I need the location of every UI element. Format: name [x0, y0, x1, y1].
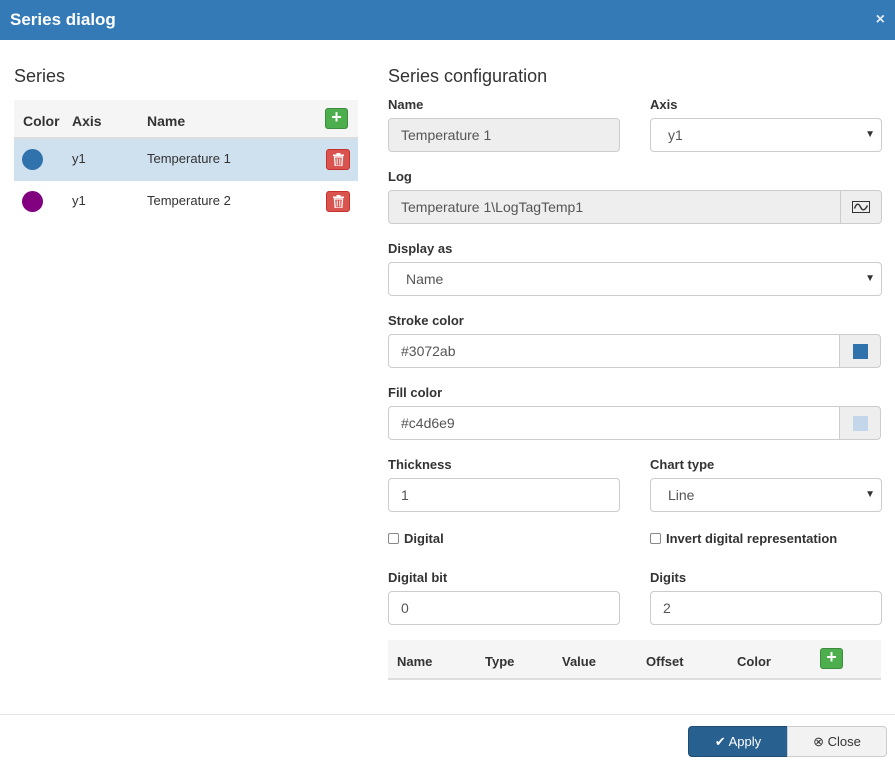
column-header-name: Name [147, 113, 186, 129]
stroke-color-swatch [853, 344, 868, 359]
chart-type-select-value: Line [668, 487, 695, 503]
caret-down-icon: ▼ [865, 489, 875, 500]
digits-label: Digits [650, 570, 687, 585]
delete-series-button[interactable] [326, 191, 350, 212]
circle-x-icon: ⊗ [813, 734, 825, 749]
dialog-title: Series dialog [10, 10, 116, 29]
column-header-color: Color [737, 654, 771, 669]
apply-button[interactable]: ✔ Apply [688, 726, 788, 757]
stroke-color-picker-button[interactable] [839, 334, 881, 368]
column-header-value: Value [562, 654, 596, 669]
digits-input[interactable]: 2 [650, 591, 882, 625]
column-header-color: Color [23, 113, 60, 129]
name-field[interactable]: Temperature 1 [388, 118, 620, 152]
display-as-label: Display as [388, 241, 453, 256]
chart-type-select[interactable]: Line ▼ [650, 478, 882, 512]
check-icon: ✔ [714, 734, 726, 749]
close-button[interactable]: ⊗ Close [787, 726, 887, 757]
series-axis: y1 [72, 193, 86, 208]
series-name: Temperature 2 [147, 193, 231, 208]
chart-type-label: Chart type [650, 457, 715, 472]
caret-down-icon: ▼ [865, 273, 875, 284]
series-axis: y1 [72, 151, 86, 166]
dialog-header: Series dialog × [0, 0, 895, 40]
thickness-label: Thickness [388, 457, 452, 472]
digital-bit-label: Digital bit [388, 570, 448, 585]
select-log-button[interactable] [840, 190, 882, 224]
add-range-button[interactable]: + [820, 648, 843, 669]
column-header-name: Name [397, 654, 433, 669]
series-table-header: Color Axis Name + [14, 100, 358, 139]
fill-color-label: Fill color [388, 385, 443, 400]
stroke-color-label: Stroke color [388, 313, 464, 328]
digital-bit-input[interactable]: 0 [388, 591, 620, 625]
stroke-color-input[interactable]: #3072ab [388, 334, 840, 368]
trash-icon [333, 153, 344, 166]
apply-button-label: Apply [728, 734, 762, 749]
series-panel-title: Series [14, 66, 66, 86]
column-header-type: Type [485, 654, 515, 669]
add-series-button[interactable]: + [325, 108, 348, 129]
invert-digital-checkbox[interactable] [650, 533, 661, 544]
fill-color-input[interactable]: #c4d6e9 [388, 406, 840, 440]
series-table: Color Axis Name + y1 Temperature 1 y1 Te… [14, 100, 358, 223]
name-label: Name [388, 97, 424, 112]
series-row[interactable]: y1 Temperature 1 [14, 139, 358, 181]
invert-digital-checkbox-row[interactable]: Invert digital representation [650, 531, 837, 546]
axis-select[interactable]: y1 ▼ [650, 118, 882, 152]
trend-icon [852, 201, 870, 213]
series-name: Temperature 1 [147, 151, 231, 166]
display-as-select-value: Name [406, 271, 444, 287]
series-row[interactable]: y1 Temperature 2 [14, 181, 358, 223]
column-header-axis: Axis [72, 113, 102, 129]
axis-select-value: y1 [668, 127, 683, 143]
series-color-dot [22, 191, 43, 212]
digital-checkbox-row[interactable]: Digital [388, 531, 444, 546]
fill-color-swatch [853, 416, 868, 431]
log-field[interactable]: Temperature 1\LogTagTemp1 [388, 190, 841, 224]
close-button-label: Close [827, 734, 861, 749]
caret-down-icon: ▼ [865, 129, 875, 140]
log-label: Log [388, 169, 412, 184]
column-header-offset: Offset [646, 654, 684, 669]
footer-divider [0, 714, 895, 715]
ranges-table-header: Name Type Value Offset Color + [388, 640, 881, 680]
axis-label: Axis [650, 97, 678, 112]
invert-digital-checkbox-label: Invert digital representation [666, 531, 838, 546]
display-as-select[interactable]: Name ▼ [388, 262, 882, 296]
fill-color-picker-button[interactable] [839, 406, 881, 440]
config-panel-title: Series configuration [388, 66, 548, 86]
trash-icon [333, 195, 344, 208]
series-color-dot [22, 149, 43, 170]
digital-checkbox[interactable] [388, 533, 399, 544]
digital-checkbox-label: Digital [404, 531, 444, 546]
thickness-input[interactable]: 1 [388, 478, 620, 512]
delete-series-button[interactable] [326, 149, 350, 170]
close-icon[interactable]: × [876, 11, 885, 29]
